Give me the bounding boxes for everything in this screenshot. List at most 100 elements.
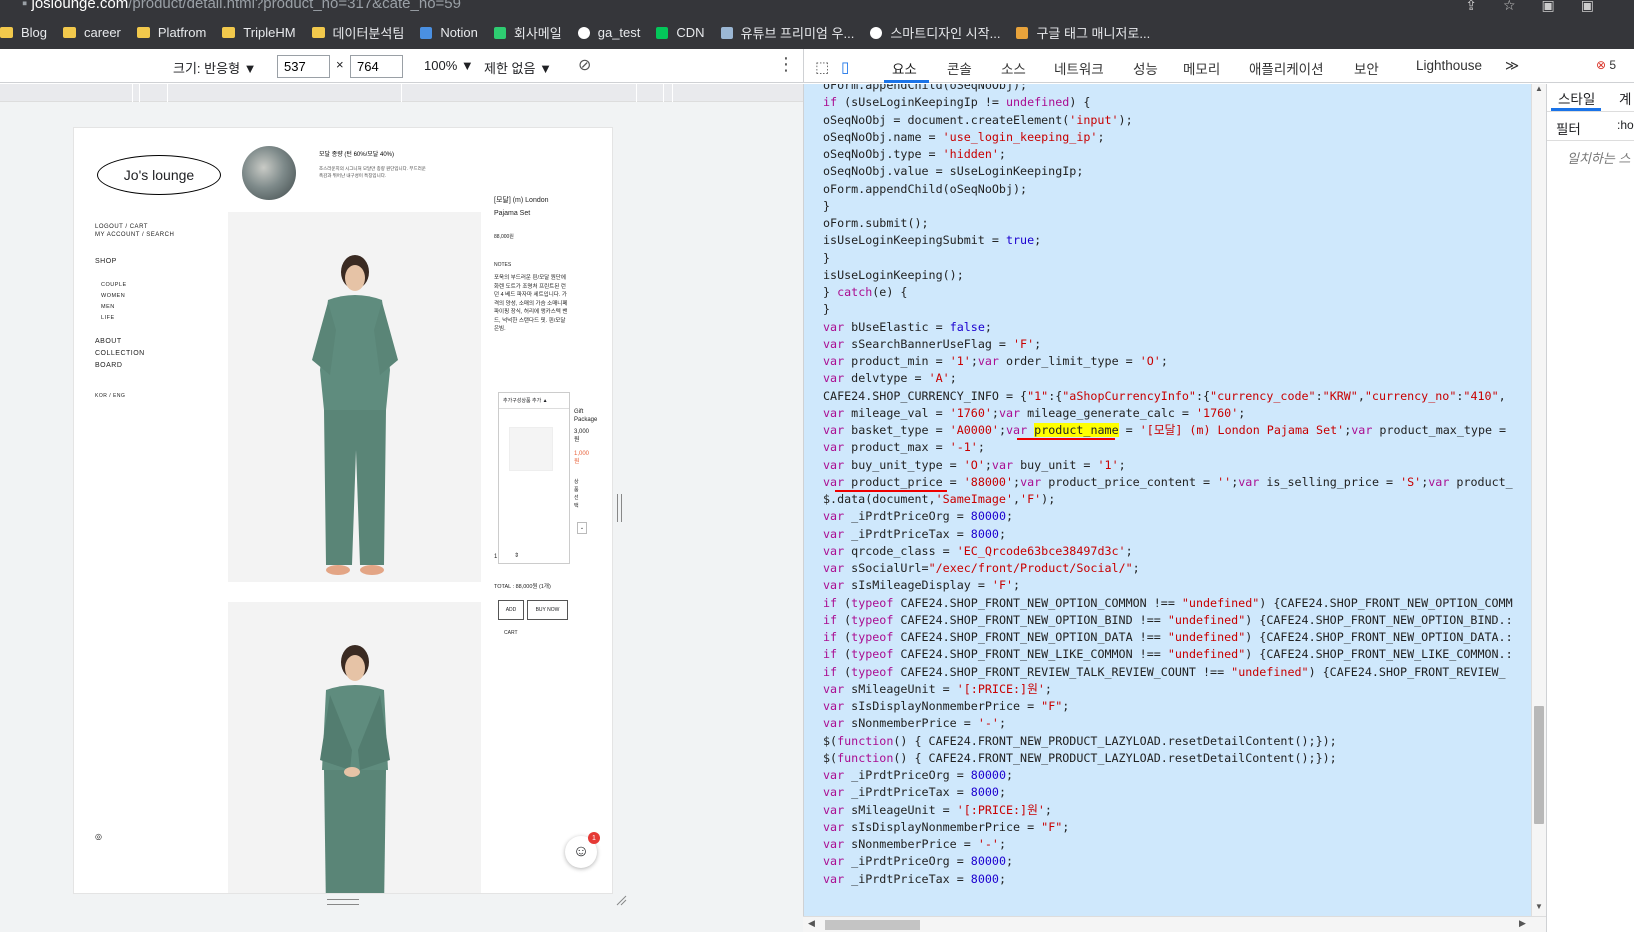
vertical-scrollbar[interactable]: ▲ ▼ — [1531, 84, 1546, 916]
tab-elements[interactable]: 요소 — [892, 58, 917, 78]
device-toggle-icon[interactable]: ▯ — [841, 58, 849, 76]
bookmark-item[interactable]: TripleHM — [222, 25, 296, 40]
code-line[interactable]: if (sUseLoginKeepingIp != undefined) { — [823, 93, 1090, 111]
elements-source-view[interactable]: oForm.appendChild(oSeqNoObj); if (sUseLog… — [803, 84, 1531, 916]
code-line[interactable]: isUseLoginKeeping(); — [823, 266, 964, 284]
nav-logout-cart[interactable]: LOGOUT / CART — [95, 224, 148, 230]
scroll-thumb[interactable] — [1534, 706, 1544, 824]
code-line[interactable]: var sNonmemberPrice = '-'; — [823, 835, 1006, 853]
tab-console[interactable]: 콘솔 — [947, 58, 972, 78]
code-line[interactable]: $.data(document,'SameImage','F'); — [823, 490, 1055, 508]
buy-now-button[interactable]: BUY NOW — [527, 600, 568, 620]
code-line[interactable]: } — [823, 300, 830, 318]
bookmark-item[interactable]: 구글 태그 매니저로... — [1016, 23, 1150, 42]
option-header[interactable]: 추가구성상품 추가 ▲ — [499, 393, 569, 409]
code-line[interactable]: oSeqNoObj.type = 'hidden'; — [823, 145, 1006, 163]
bookmark-item[interactable]: Notion — [420, 25, 478, 40]
chevron-down-icon[interactable]: ⌄ — [577, 522, 587, 534]
site-logo[interactable]: Jo's lounge — [97, 155, 221, 195]
extension-icon[interactable]: ▣ — [1542, 0, 1555, 14]
viewport-width-input[interactable] — [277, 55, 330, 78]
code-line[interactable]: var sIsMileageDisplay = 'F'; — [823, 576, 1020, 594]
tab-memory[interactable]: 메모리 — [1183, 58, 1220, 78]
hscroll-thumb[interactable] — [825, 920, 920, 930]
inspect-icon[interactable]: ⬚ — [815, 58, 829, 76]
bookmark-item[interactable]: Platfrom — [136, 25, 206, 40]
tab-performance[interactable]: 성능 — [1133, 58, 1158, 78]
nav-life[interactable]: LIFE — [101, 315, 115, 321]
code-line[interactable]: var sIsDisplayNonmemberPrice = "F"; — [823, 818, 1069, 836]
code-line[interactable]: var _iPrdtPriceOrg = 80000; — [823, 852, 1013, 870]
profile-icon[interactable]: ▣ — [1581, 0, 1594, 14]
tab-lighthouse[interactable]: Lighthouse — [1416, 58, 1482, 73]
hov-toggle[interactable]: :ho — [1617, 118, 1634, 132]
error-count[interactable]: ⊗ 5 — [1596, 58, 1616, 72]
scroll-up-icon[interactable]: ▲ — [1535, 84, 1543, 93]
code-line[interactable]: } — [823, 249, 830, 267]
code-line[interactable]: if (typeof CAFE24.SHOP_FRONT_NEW_OPTION_… — [823, 628, 1513, 646]
code-line[interactable]: oForm.submit(); — [823, 214, 929, 232]
add-button[interactable]: ADD — [498, 600, 524, 620]
corner-resize-icon[interactable] — [615, 894, 627, 906]
nav-men[interactable]: MEN — [101, 304, 115, 310]
bookmark-item[interactable]: 회사메일 — [493, 23, 562, 42]
viewport-bottom-resize-handle[interactable] — [327, 899, 359, 905]
device-size-select[interactable]: 크기: 반응형 ▼ — [173, 58, 257, 77]
code-line[interactable]: CAFE24.SHOP_CURRENCY_INFO = {"1":{"aShop… — [823, 387, 1506, 405]
code-line[interactable]: var sMileageUnit = '[:PRICE:]원'; — [823, 680, 1052, 698]
code-line[interactable]: isUseLoginKeepingSubmit = true; — [823, 231, 1041, 249]
tab-sources[interactable]: 소스 — [1001, 58, 1026, 78]
code-line[interactable]: var product_max = '-1'; — [823, 438, 985, 456]
viewport-height-input[interactable] — [350, 55, 403, 78]
code-line[interactable]: var basket_type = 'A0000';var product_na… — [823, 421, 1506, 439]
nav-collection[interactable]: COLLECTION — [95, 350, 145, 357]
code-line[interactable]: var sSearchBannerUseFlag = 'F'; — [823, 335, 1041, 353]
viewport-resize-handle[interactable] — [617, 494, 622, 522]
horizontal-scrollbar[interactable]: ◀ ▶ — [803, 916, 1546, 932]
code-line[interactable]: } — [823, 197, 830, 215]
instagram-icon[interactable]: ◎ — [95, 832, 102, 841]
nav-account-search[interactable]: MY ACCOUNT / SEARCH — [95, 232, 174, 238]
scroll-right-icon[interactable]: ▶ — [1519, 918, 1526, 929]
code-line[interactable]: var sSocialUrl="/exec/front/Product/Soci… — [823, 559, 1140, 577]
cart-button[interactable]: CART — [504, 630, 518, 636]
scroll-down-icon[interactable]: ▼ — [1535, 902, 1543, 911]
code-line[interactable]: if (typeof CAFE24.SHOP_FRONT_NEW_OPTION_… — [823, 611, 1513, 629]
tab-computed[interactable]: 계 — [1619, 88, 1631, 108]
code-line[interactable]: if (typeof CAFE24.SHOP_FRONT_NEW_OPTION_… — [823, 594, 1513, 612]
quantity-stepper[interactable]: ⇕ — [514, 552, 519, 559]
code-line[interactable]: var buy_unit_type = 'O';var buy_unit = '… — [823, 456, 1126, 474]
code-line[interactable]: var _iPrdtPriceOrg = 80000; — [823, 766, 1013, 784]
chat-button[interactable]: ☺ 1 — [565, 832, 600, 868]
nav-language[interactable]: KOR / ENG — [95, 393, 125, 399]
tab-security[interactable]: 보안 — [1354, 58, 1379, 78]
bookmark-item[interactable]: CDN — [656, 25, 705, 40]
code-line[interactable]: oForm.appendChild(oSeqNoObj); — [823, 180, 1027, 198]
code-line[interactable]: var sMileageUnit = '[:PRICE:]원'; — [823, 801, 1052, 819]
bookmark-item[interactable]: Blog — [0, 25, 47, 40]
tab-application[interactable]: 애플리케이션 — [1249, 58, 1324, 78]
code-line[interactable]: var mileage_val = '1760';var mileage_gen… — [823, 404, 1245, 422]
code-line[interactable]: var qrcode_class = 'EC_Qrcode63bce38497d… — [823, 542, 1133, 560]
code-line[interactable]: var _iPrdtPriceOrg = 80000; — [823, 507, 1013, 525]
code-line[interactable]: var _iPrdtPriceTax = 8000; — [823, 525, 1006, 543]
code-line[interactable]: var sNonmemberPrice = '-'; — [823, 714, 1006, 732]
bookmark-item[interactable]: 데이터분석팀 — [311, 23, 404, 42]
more-options-icon[interactable]: ⋮ — [777, 54, 795, 75]
code-line[interactable]: if (typeof CAFE24.SHOP_FRONT_NEW_LIKE_CO… — [823, 645, 1513, 663]
code-line[interactable]: oSeqNoObj.value = sUseLoginKeepingIp; — [823, 162, 1083, 180]
code-line[interactable]: var delvtype = 'A'; — [823, 369, 957, 387]
more-tabs-icon[interactable]: ≫ — [1505, 58, 1519, 74]
code-line[interactable]: oSeqNoObj.name = 'use_login_keeping_ip'; — [823, 128, 1104, 146]
nav-women[interactable]: WOMEN — [101, 293, 125, 299]
code-line[interactable]: var product_min = '1';var order_limit_ty… — [823, 352, 1168, 370]
code-line[interactable]: var _iPrdtPriceTax = 8000; — [823, 870, 1006, 888]
media-query-ruler[interactable] — [0, 84, 803, 102]
bookmark-item[interactable]: ga_test — [577, 25, 640, 40]
nav-about[interactable]: ABOUT — [95, 338, 122, 345]
code-line[interactable]: if (typeof CAFE24.SHOP_FRONT_REVIEW_TALK… — [823, 663, 1506, 681]
address-bar[interactable]: ▪ joslounge.com/product/detail.html?prod… — [0, 0, 1634, 16]
zoom-select[interactable]: 100% ▼ — [424, 58, 474, 73]
code-line[interactable]: var bUseElastic = false; — [823, 318, 992, 336]
scroll-left-icon[interactable]: ◀ — [808, 918, 815, 929]
